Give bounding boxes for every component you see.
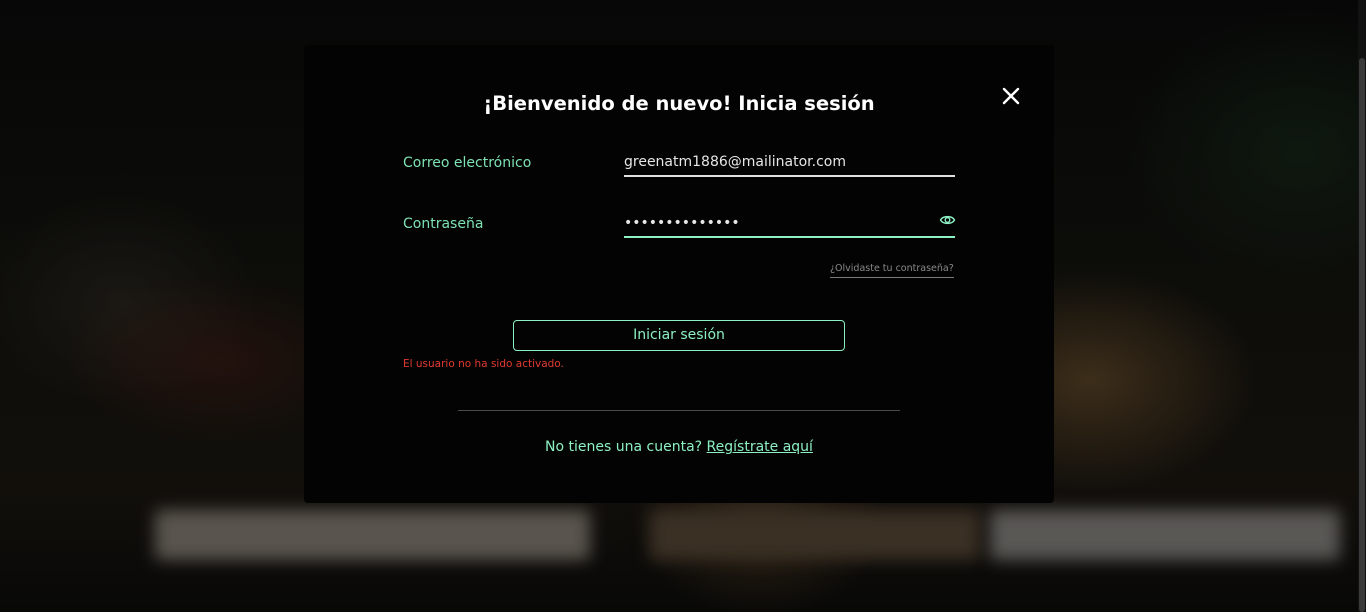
password-field [624,210,956,238]
eye-icon [939,215,956,225]
page-scrollbar[interactable] [1358,0,1366,612]
signup-link[interactable]: Regístrate aquí [707,439,813,455]
password-label: Contraseña [403,216,484,232]
email-input[interactable] [624,151,934,173]
email-field [624,149,955,177]
email-label: Correo electrónico [403,155,532,171]
close-button[interactable] [999,84,1023,108]
modal-title: ¡Bienvenido de nuevo! Inicia sesión [483,92,875,115]
scrollbar-thumb[interactable] [1359,58,1365,612]
password-input[interactable] [624,212,934,234]
toggle-password-visibility-button[interactable] [939,212,956,226]
forgot-password-link[interactable]: ¿Olvidaste tu contraseña? [830,263,954,278]
close-icon [1002,87,1020,105]
login-button[interactable]: Iniciar sesión [513,320,845,351]
signup-prompt: No tienes una cuenta? Regístrate aquí [304,439,1054,455]
divider [458,410,900,411]
login-modal: ¡Bienvenido de nuevo! Inicia sesión Corr… [304,45,1054,503]
error-message: El usuario no ha sido activado. [403,358,564,370]
signup-prompt-text: No tienes una cuenta? [545,439,703,455]
